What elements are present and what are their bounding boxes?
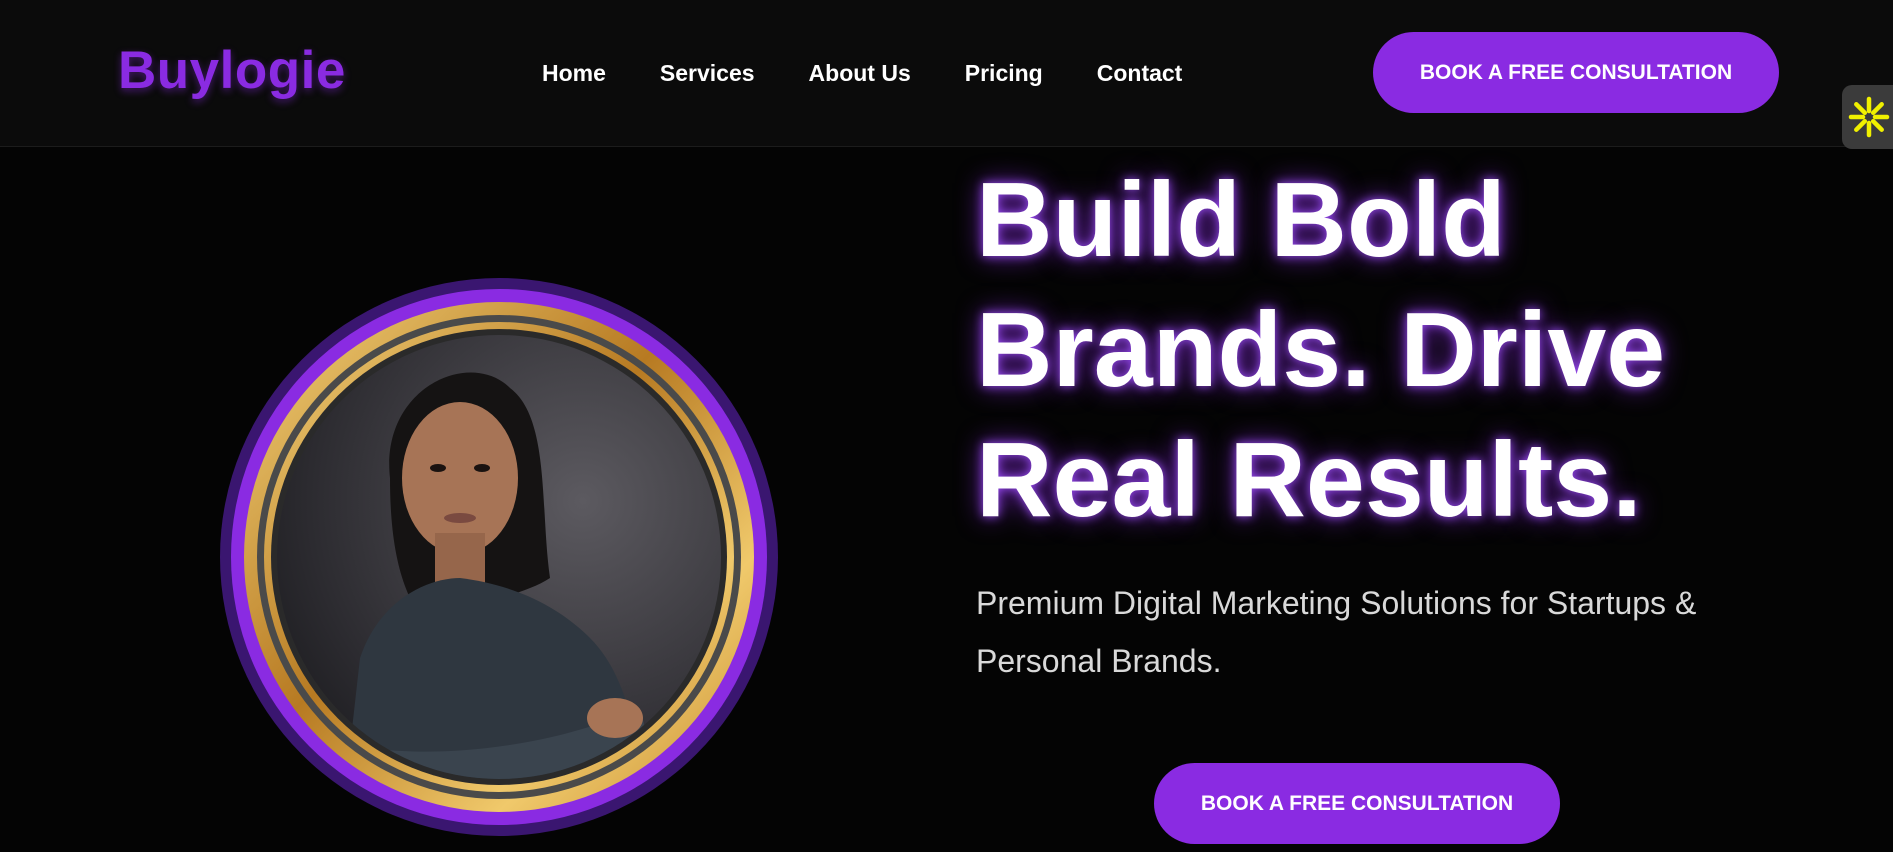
main-nav: Home Services About Us Pricing Contact — [542, 58, 1182, 88]
nav-services-link[interactable]: Services — [660, 58, 755, 88]
landing-page: Buylogie Home Services About Us Pricing … — [0, 0, 1893, 852]
profile-photo — [220, 278, 778, 836]
headline-line-3: Real Results. — [976, 421, 1642, 539]
nav-pricing-link[interactable]: Pricing — [965, 58, 1043, 88]
hero-portrait — [220, 278, 778, 836]
headline-line-2: Brands. Drive — [976, 291, 1666, 409]
nav-home-link[interactable]: Home — [542, 58, 606, 88]
site-header: Buylogie Home Services About Us Pricing … — [0, 0, 1893, 147]
hero-headline: Build Bold Brands. Drive Real Results. — [976, 155, 1665, 545]
brand-logo[interactable]: Buylogie — [118, 44, 346, 97]
nav-contact-link[interactable]: Contact — [1097, 58, 1183, 88]
headline-line-1: Build Bold — [976, 161, 1506, 279]
side-widget-button[interactable] — [1842, 85, 1893, 149]
header-consultation-button[interactable]: BOOK A FREE CONSULTATION — [1373, 32, 1779, 113]
hero-subheading: Premium Digital Marketing Solutions for … — [976, 585, 1697, 679]
asterisk-icon — [1848, 96, 1890, 138]
hero-consultation-button[interactable]: BOOK A FREE CONSULTATION — [1154, 763, 1560, 844]
nav-about-link[interactable]: About Us — [809, 58, 911, 88]
